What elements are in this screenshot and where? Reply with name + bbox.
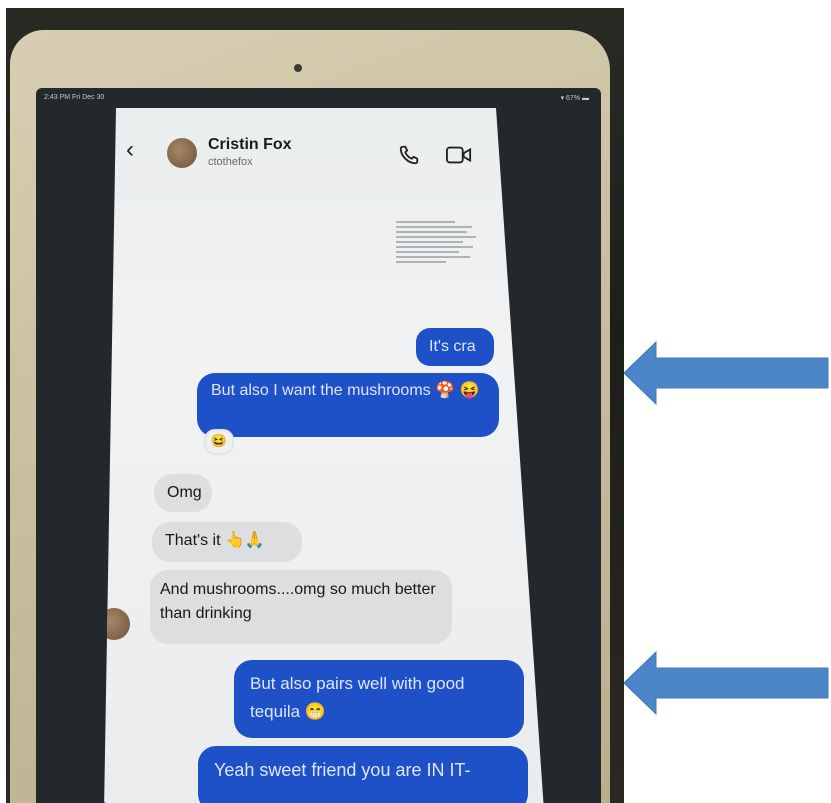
message-reaction[interactable]: 😆 [204, 429, 234, 455]
message-bubble[interactable]: Yeah sweet friend you are IN IT- [198, 746, 528, 803]
message-bubble[interactable]: It's cra [416, 328, 494, 366]
phone-icon[interactable] [398, 144, 420, 166]
message-text: It's cra [429, 338, 476, 355]
shared-post-preview[interactable] [396, 221, 480, 307]
contact-name[interactable]: Cristin Fox [208, 136, 292, 154]
front-camera [294, 64, 302, 72]
annotation-arrow [624, 340, 829, 406]
message-bubble[interactable]: But also I want the mushrooms 🍄 😝 [197, 373, 499, 437]
message-text: Omg [167, 484, 202, 501]
contact-avatar[interactable] [167, 138, 197, 168]
message-text: Yeah sweet friend you are IN IT- [214, 760, 471, 780]
video-icon[interactable] [446, 145, 472, 165]
message-text: That's it 👆🙏 [165, 532, 265, 549]
message-bubble[interactable]: And mushrooms....omg so much better than… [150, 570, 452, 644]
contact-handle: ctothefox [208, 156, 253, 168]
message-bubble[interactable]: That's it 👆🙏 [152, 522, 302, 562]
message-text: And mushrooms....omg so much better than… [160, 581, 436, 622]
status-time: 2:43 PM Fri Dec 30 [44, 94, 105, 101]
annotation-arrow [624, 650, 829, 716]
messages-screen: ‹ Cristin Fox ctothefox It's cra But als… [104, 108, 544, 803]
message-text: But also I want the mushrooms 🍄 😝 [211, 382, 480, 399]
conversation-header: ‹ Cristin Fox ctothefox [104, 108, 544, 178]
message-text: But also pairs well with good tequila 😁 [250, 674, 465, 721]
back-chevron-icon[interactable]: ‹ [126, 138, 134, 162]
message-bubble[interactable]: But also pairs well with good tequila 😁 [234, 660, 524, 738]
tablet-photo: 2:43 PM Fri Dec 30 ▾ 67% ▬ ‹ Cristin Fox… [6, 8, 624, 803]
message-bubble[interactable]: Omg [154, 474, 212, 512]
status-bar: 2:43 PM Fri Dec 30 ▾ 67% ▬ [44, 94, 589, 106]
status-battery: ▾ 67% ▬ [560, 95, 589, 102]
